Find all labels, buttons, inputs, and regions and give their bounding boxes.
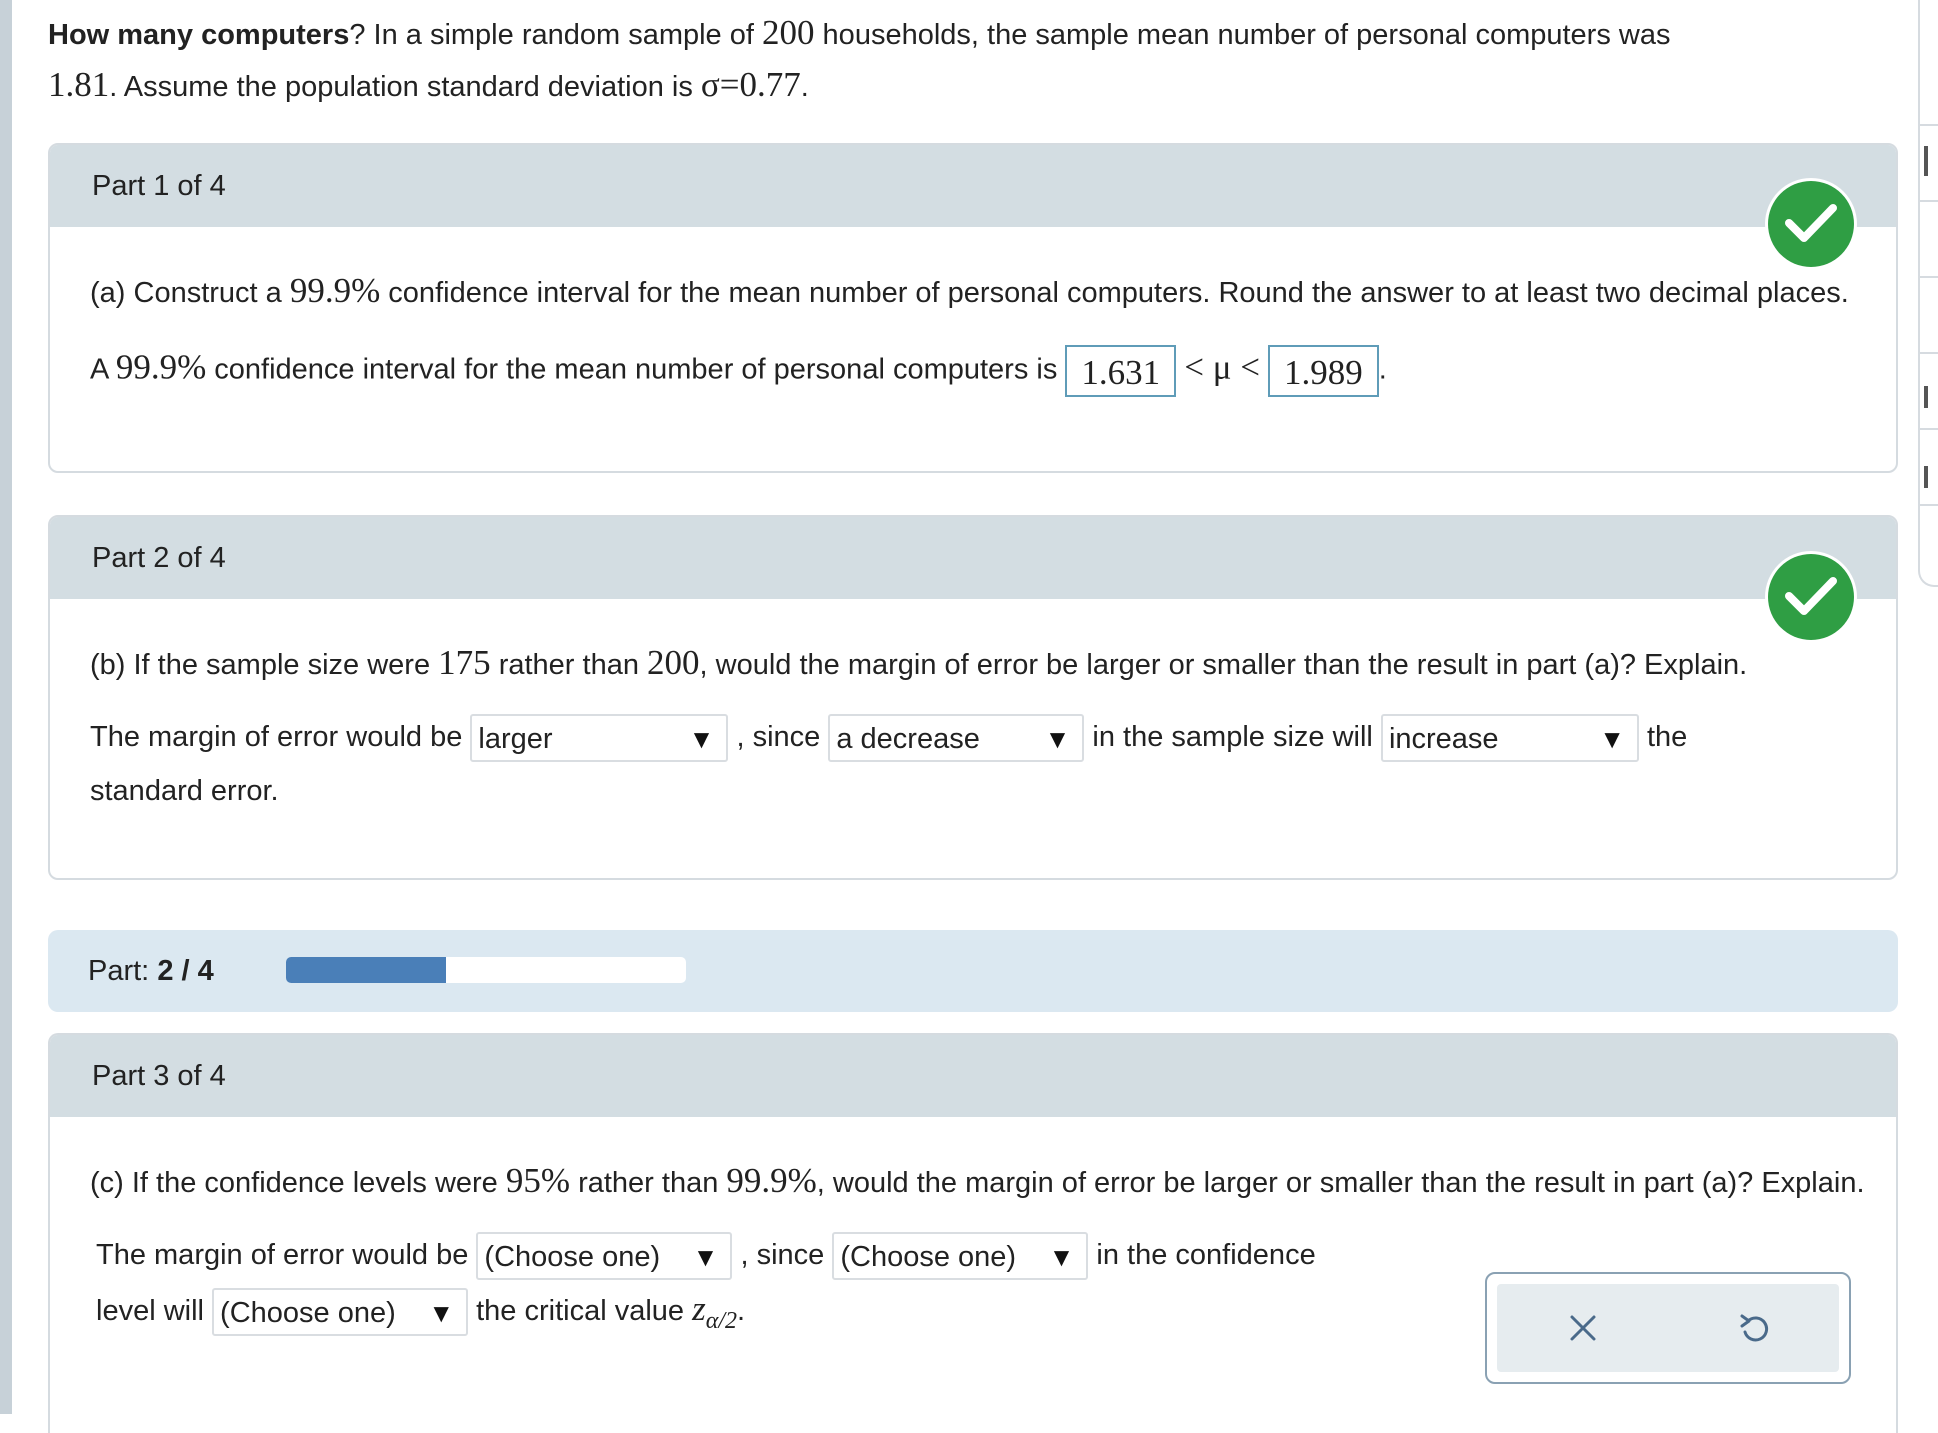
part-2-question: (b) If the sample size were 175 rather t… [90,643,1748,682]
part-2-dropdown-1[interactable]: larger ▼ [470,714,729,763]
part-2-header: Part 2 of 4 [50,517,1896,599]
sidebar-tool-icon[interactable] [1924,386,1928,408]
part-3-dropdown-3[interactable]: (Choose one) ▼ [212,1288,469,1337]
part-1-question: (a) Construct a 99.9% confidence interva… [90,271,1849,310]
mu-inequality: < μ < [1184,347,1260,387]
sidebar-divider [1920,276,1938,278]
part-2-answer-line-1: The margin of error would be larger ▼ , s… [90,711,1856,763]
part-3-header: Part 3 of 4 [50,1035,1896,1117]
right-sidebar-edge [1918,0,1938,587]
undo-icon [1740,1314,1768,1342]
answer-tools-panel [1485,1272,1851,1384]
sidebar-divider [1920,200,1938,202]
critical-value-symbol: zα/2 [692,1289,737,1334]
sidebar-divider [1920,504,1938,506]
undo-button[interactable] [1668,1284,1839,1372]
part-1-header: Part 1 of 4 [50,145,1896,227]
triangle-down-icon: ▼ [1048,1242,1075,1273]
part-1-card: Part 1 of 4 (a) Construct a 99.9% confid… [48,143,1898,473]
sidebar-tool-icon[interactable] [1924,466,1928,488]
sidebar-divider [1920,352,1938,354]
triangle-down-icon: ▼ [1044,724,1071,755]
part-1-answer: A 99.9% confidence interval for the mean… [90,345,1856,397]
part-2-answer-line-2: standard error. [90,775,279,807]
part-progress: Part: 2 / 4 [48,930,1898,1012]
progress-bar [286,957,686,983]
lower-bound-input[interactable]: 1.631 [1065,345,1177,397]
part-2-dropdown-3[interactable]: increase ▼ [1380,714,1639,763]
clear-button[interactable] [1497,1284,1668,1372]
problem-title: How many computers [48,19,350,51]
part-2-check-icon [1768,554,1854,640]
part-2-dropdown-2[interactable]: a decrease ▼ [828,714,1085,763]
progress-value: 2 / 4 [157,955,214,987]
sidebar-divider [1920,428,1938,430]
part-1-check-icon [1768,181,1854,267]
sidebar-divider [1920,124,1938,126]
part-3-dropdown-1[interactable]: (Choose one) ▼ [476,1232,733,1281]
triangle-down-icon: ▼ [1599,724,1625,755]
part-2-card: Part 2 of 4 (b) If the sample size were … [48,515,1898,880]
triangle-down-icon: ▼ [692,1242,719,1273]
left-rail [0,0,12,1414]
progress-bar-fill [286,957,446,983]
triangle-down-icon: ▼ [428,1298,455,1329]
part-3-dropdown-2[interactable]: (Choose one) ▼ [832,1232,1089,1281]
part-3-question: (c) If the confidence levels were 95% ra… [90,1161,1865,1200]
close-icon [1570,1315,1595,1341]
upper-bound-input[interactable]: 1.989 [1268,345,1379,397]
sidebar-tool-icon[interactable] [1924,146,1928,176]
triangle-down-icon: ▼ [688,724,715,755]
problem-statement: How many computers? In a simple random s… [48,13,1671,104]
